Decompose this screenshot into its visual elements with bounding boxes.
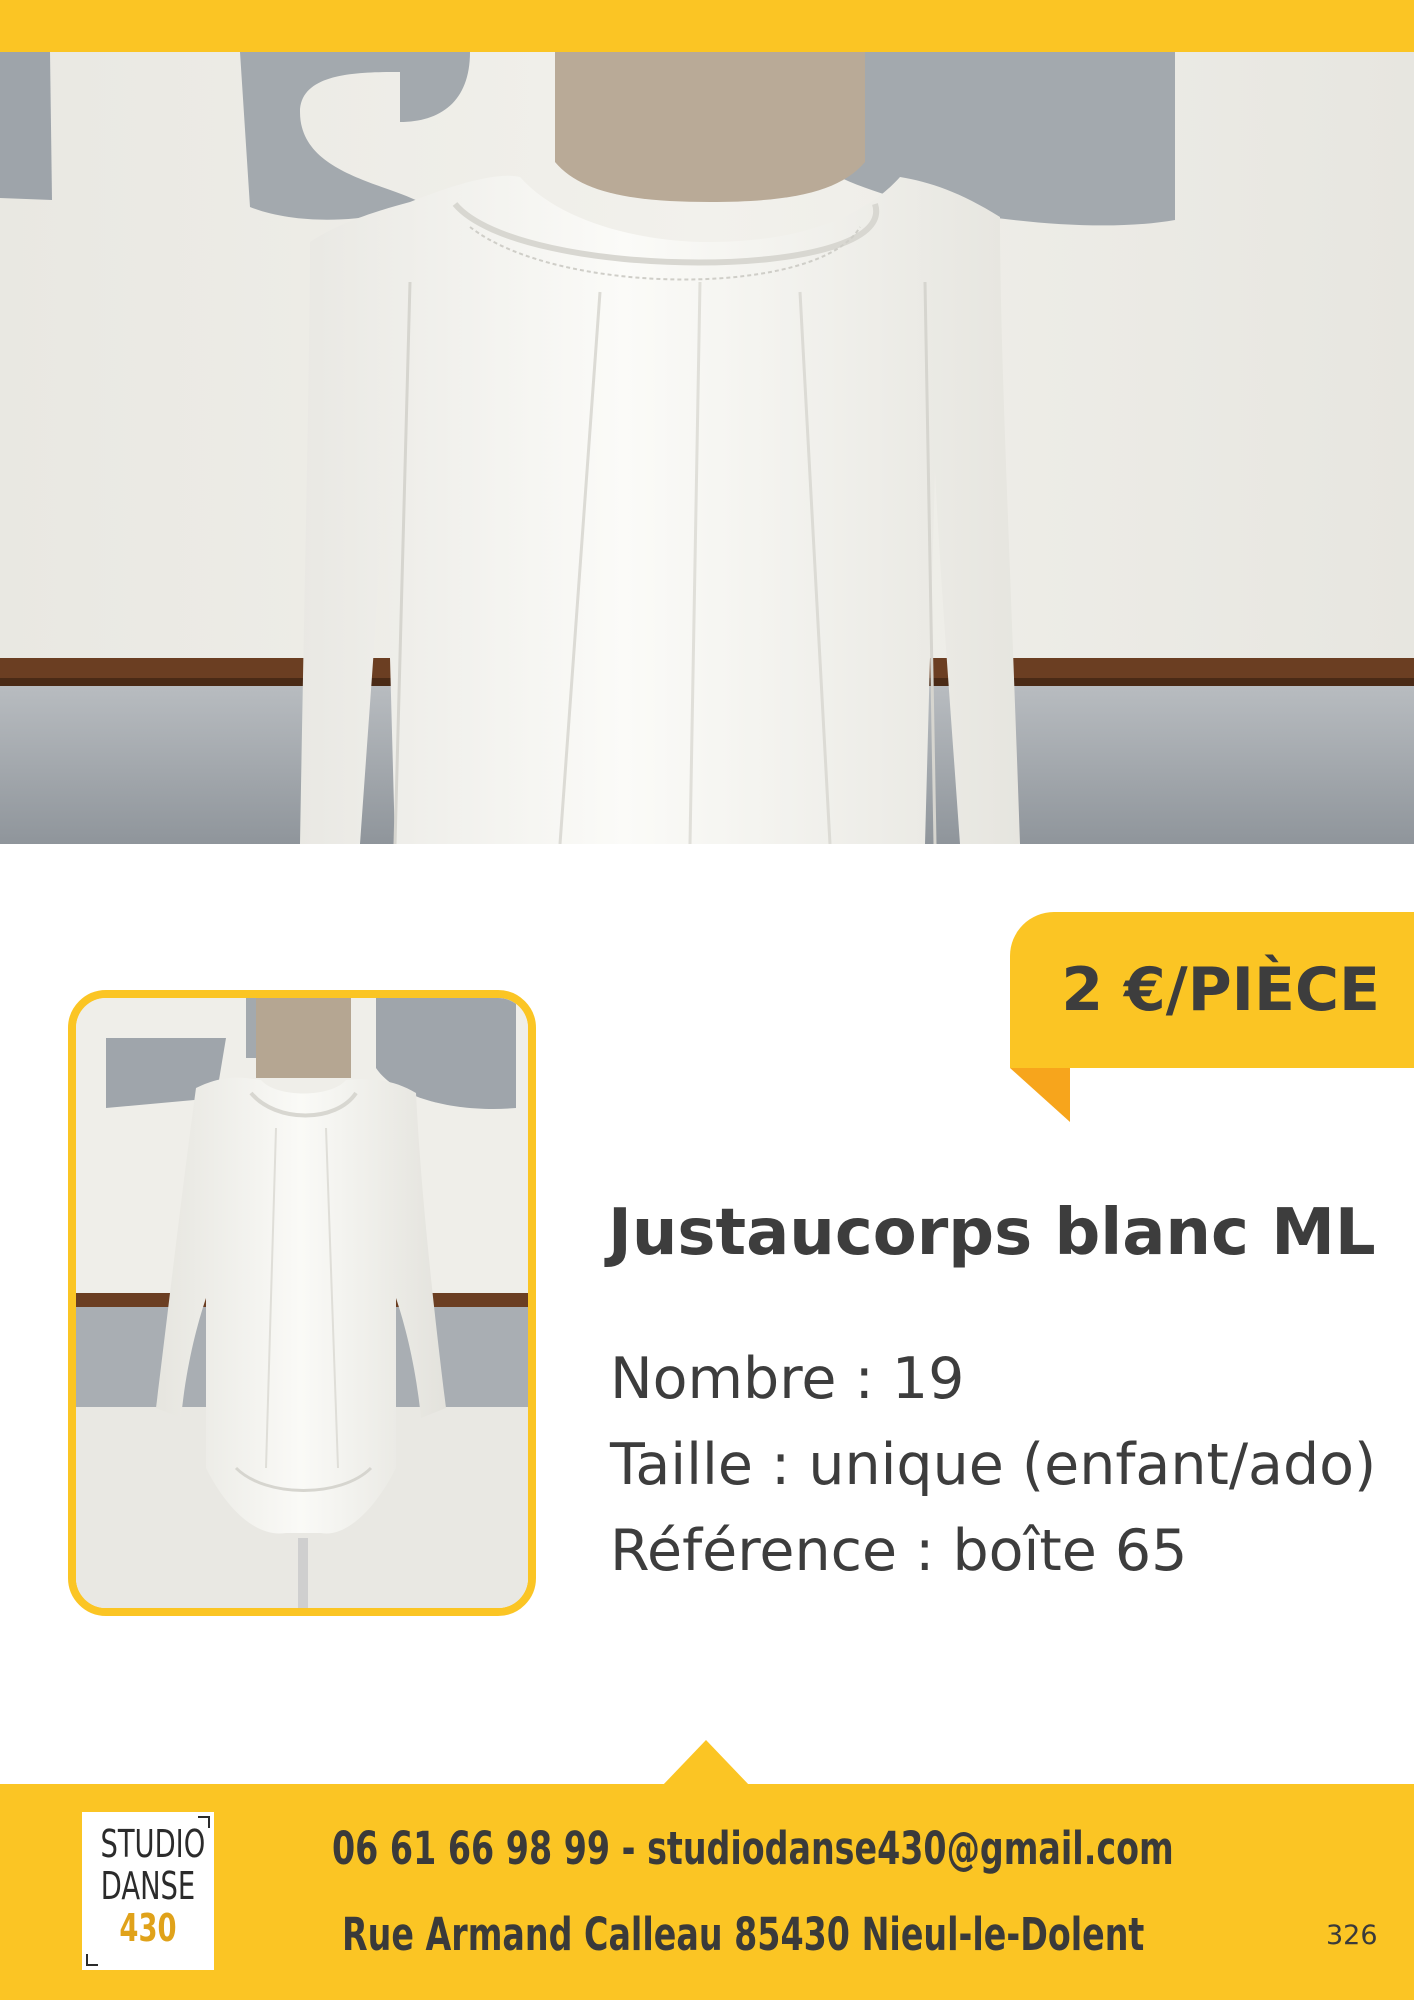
product-quantity: Nombre : 19 bbox=[610, 1346, 965, 1412]
footer-notch bbox=[662, 1740, 750, 1786]
studio-logo: STUDIO DANSE 430 bbox=[82, 1812, 214, 1970]
product-title: Justaucorps blanc ML bbox=[608, 1196, 1376, 1270]
product-details: Nombre : 19 Taille : unique (enfant/ado)… bbox=[610, 1336, 1376, 1594]
logo-line-2: DANSE bbox=[100, 1864, 196, 1908]
hero-photo bbox=[0, 52, 1414, 844]
price-tag-fold bbox=[1010, 1068, 1070, 1122]
product-thumbnail bbox=[68, 990, 536, 1616]
logo-line-3: 430 bbox=[119, 1906, 177, 1950]
footer-contact: 06 61 66 98 99 - studiodanse430@gmail.co… bbox=[332, 1822, 1174, 1875]
top-accent-bar bbox=[0, 0, 1414, 52]
price-tag: 2 €/PIÈCE bbox=[1010, 912, 1414, 1068]
product-reference: Référence : boîte 65 bbox=[610, 1518, 1188, 1584]
logo-corner-mark bbox=[86, 1954, 98, 1966]
product-size: Taille : unique (enfant/ado) bbox=[610, 1432, 1377, 1498]
footer-address: Rue Armand Calleau 85430 Nieul-le-Dolent bbox=[342, 1908, 1145, 1961]
page-number: 326 bbox=[1326, 1920, 1378, 1951]
logo-line-1: STUDIO bbox=[100, 1822, 206, 1866]
price-label: 2 €/PIÈCE bbox=[1061, 955, 1380, 1025]
